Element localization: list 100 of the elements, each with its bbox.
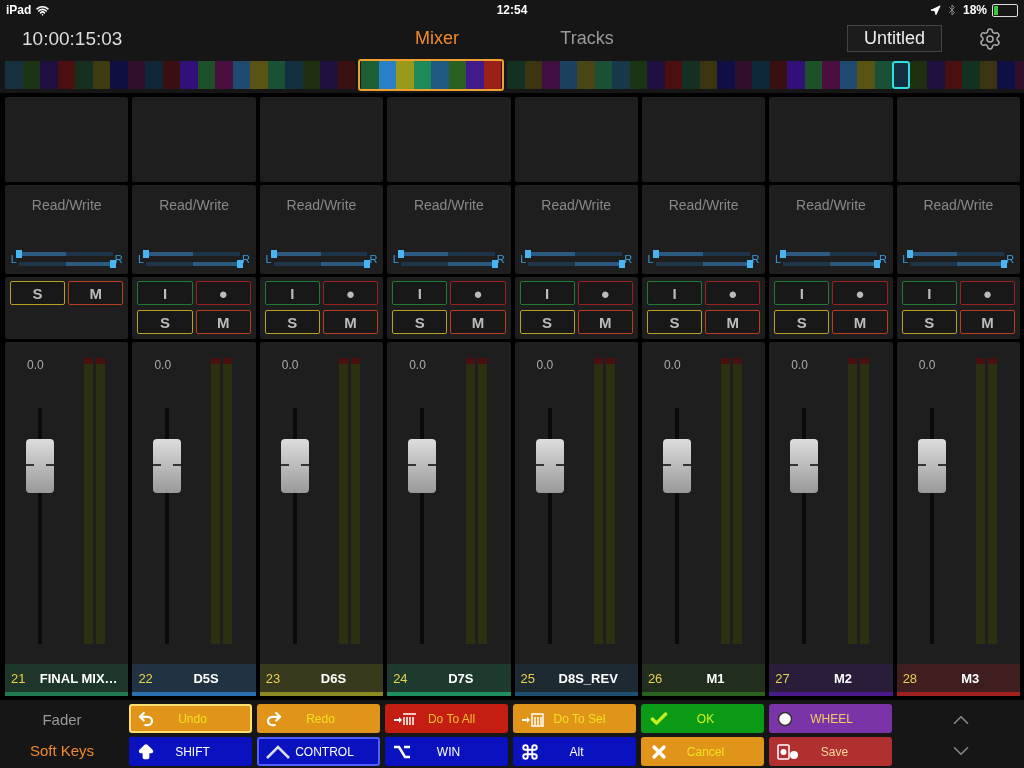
mute-button[interactable]: M — [195, 310, 251, 334]
mute-button[interactable]: M — [450, 310, 506, 334]
pan-slider[interactable] — [273, 252, 368, 256]
mode-tab[interactable]: Fader — [36, 710, 88, 729]
track-color-cell[interactable] — [787, 61, 805, 89]
pan-slider[interactable] — [910, 262, 1005, 266]
solo-button[interactable]: S — [10, 281, 66, 305]
pan-slider[interactable] — [655, 262, 750, 266]
track-name-bar[interactable]: 24 D7S — [387, 664, 511, 696]
fader-handle[interactable] — [662, 438, 691, 493]
pan-handle[interactable] — [746, 260, 753, 268]
track-color-cell[interactable] — [145, 61, 163, 89]
track-name-bar[interactable]: 28 M3 — [896, 664, 1020, 696]
record-button[interactable]: ● — [705, 281, 761, 305]
track-color-cell[interactable] — [285, 61, 303, 89]
pan-handle[interactable] — [397, 250, 404, 258]
pan-handle[interactable] — [364, 260, 371, 268]
pan-handle[interactable] — [237, 260, 244, 268]
fader-handle[interactable] — [408, 438, 437, 493]
input-button[interactable]: I — [392, 281, 448, 305]
track-color-cell[interactable] — [110, 61, 128, 89]
pan-handle[interactable] — [143, 250, 150, 258]
record-button[interactable]: ● — [959, 281, 1015, 305]
document-title[interactable]: Untitled — [846, 25, 942, 52]
track-color-cell[interactable] — [909, 61, 927, 89]
view-tab[interactable]: Mixer — [362, 28, 512, 49]
automation-mode[interactable]: Read/Write — [668, 197, 739, 213]
pan-slider[interactable] — [783, 252, 877, 256]
solo-button[interactable]: S — [774, 310, 830, 334]
mute-button[interactable]: M — [68, 281, 124, 305]
automation-mode[interactable]: Read/Write — [413, 197, 484, 213]
automation-mode[interactable]: Read/Write — [159, 197, 229, 213]
settings-icon[interactable] — [978, 26, 1002, 51]
record-button[interactable]: ● — [195, 281, 251, 305]
input-button[interactable]: I — [137, 281, 193, 305]
pan-slider[interactable] — [400, 262, 495, 266]
track-name-bar[interactable]: 22 D5S — [132, 664, 256, 696]
pan-slider[interactable] — [18, 262, 113, 266]
record-button[interactable]: ● — [832, 281, 888, 305]
fader-handle[interactable] — [26, 438, 54, 493]
solo-button[interactable]: S — [519, 310, 575, 334]
input-button[interactable]: I — [646, 281, 703, 305]
fader-handle[interactable] — [535, 438, 564, 493]
track-color-cell[interactable] — [682, 61, 700, 89]
pan-handle[interactable] — [109, 260, 116, 268]
soft-key[interactable]: WIN — [385, 737, 508, 766]
track-color-cell[interactable] — [466, 61, 484, 89]
solo-button[interactable]: S — [392, 310, 448, 334]
track-color-cell[interactable] — [892, 61, 910, 89]
track-color-cell[interactable] — [320, 61, 338, 89]
track-color-cell[interactable] — [857, 61, 875, 89]
track-name-bar[interactable]: 26 M1 — [641, 664, 766, 696]
pan-slider[interactable] — [655, 252, 750, 256]
pan-slider[interactable] — [910, 252, 1005, 256]
pan-slider[interactable] — [273, 262, 368, 266]
pan-handle[interactable] — [15, 250, 22, 258]
track-color-cell[interactable] — [5, 61, 23, 89]
soft-key[interactable]: SHIFT — [129, 737, 252, 766]
track-name-bar[interactable]: 23 D6S — [259, 664, 384, 696]
automation-mode[interactable]: Read/Write — [541, 197, 612, 213]
pan-slider[interactable] — [528, 252, 623, 256]
track-color-cell[interactable] — [962, 61, 980, 89]
pan-handle[interactable] — [270, 250, 277, 258]
pan-slider[interactable] — [146, 252, 241, 256]
track-color-cell[interactable] — [180, 61, 198, 89]
track-color-cell[interactable] — [612, 61, 630, 89]
soft-key[interactable]: CONTROL — [257, 737, 380, 766]
track-color-cell[interactable] — [752, 61, 770, 89]
pan-slider[interactable] — [400, 252, 495, 256]
track-color-cell[interactable] — [250, 61, 268, 89]
track-color-cell[interactable] — [361, 61, 379, 89]
solo-button[interactable]: S — [137, 310, 193, 334]
pan-handle[interactable] — [525, 250, 532, 258]
track-color-cell[interactable] — [507, 61, 525, 89]
fader-handle[interactable] — [917, 438, 946, 493]
input-button[interactable]: I — [774, 281, 830, 305]
pan-handle[interactable] — [874, 260, 880, 268]
automation-mode[interactable]: Read/Write — [796, 197, 866, 213]
fader-handle[interactable] — [280, 438, 309, 493]
pan-handle[interactable] — [652, 250, 659, 258]
pan-handle[interactable] — [619, 260, 626, 268]
soft-key[interactable]: WHEEL — [769, 704, 892, 733]
track-color-cell[interactable] — [431, 61, 449, 89]
track-color-cell[interactable] — [927, 61, 945, 89]
pan-handle[interactable] — [491, 260, 498, 268]
mute-button[interactable]: M — [959, 310, 1015, 334]
track-color-cell[interactable] — [542, 61, 560, 89]
track-color-cell[interactable] — [577, 61, 595, 89]
automation-mode[interactable]: Read/Write — [923, 197, 994, 213]
pan-slider[interactable] — [18, 252, 113, 256]
fader-handle[interactable] — [790, 438, 819, 493]
record-button[interactable]: ● — [577, 281, 633, 305]
input-button[interactable]: I — [519, 281, 575, 305]
mute-button[interactable]: M — [705, 310, 761, 334]
track-color-cell[interactable] — [215, 61, 233, 89]
automation-mode[interactable]: Read/Write — [31, 197, 102, 213]
track-color-cell[interactable] — [75, 61, 93, 89]
record-button[interactable]: ● — [450, 281, 506, 305]
track-name-bar[interactable]: 27 M2 — [769, 664, 893, 696]
automation-mode[interactable]: Read/Write — [286, 197, 357, 213]
